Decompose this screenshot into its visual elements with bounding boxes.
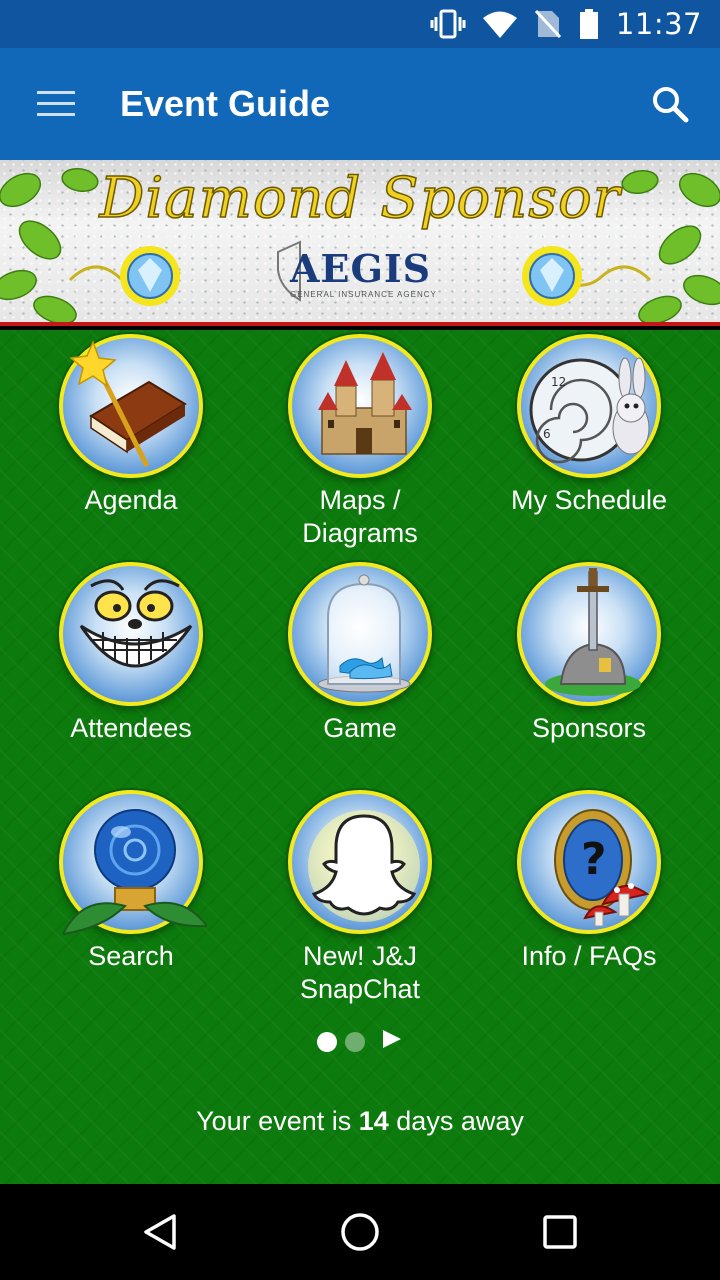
tile-info-faqs[interactable]: ? Info / FAQs <box>479 790 699 973</box>
page-indicator <box>0 1028 720 1055</box>
tile-label: My Schedule <box>510 485 668 515</box>
sponsor-logo-tagline: GENERAL INSURANCE AGENCY <box>290 290 437 299</box>
system-nav-bar <box>0 1184 720 1280</box>
cheshire-cat-icon <box>59 562 203 706</box>
back-triangle-icon[interactable] <box>100 1184 220 1280</box>
tile-label: Agenda <box>84 485 178 515</box>
snapchat-ghost-icon <box>288 790 432 934</box>
sword-in-stone-icon <box>517 562 661 706</box>
tile-label: Game <box>323 713 397 743</box>
sponsor-logo-name: AEGIS <box>290 246 432 291</box>
banner-headline: Diamond Sponsor <box>99 165 621 232</box>
status-time: 11:37 <box>615 7 702 41</box>
search-icon[interactable] <box>620 48 720 160</box>
tile-label: New! J&J SnapChat <box>299 941 421 1004</box>
magic-book-icon <box>59 334 203 478</box>
tile-label: Info / FAQs <box>521 941 657 971</box>
magic-mirror-icon: ? <box>517 790 661 934</box>
castle-icon <box>288 334 432 478</box>
tile-sponsors[interactable]: Sponsors <box>479 562 699 745</box>
wifi-icon <box>482 9 518 39</box>
page-title: Event Guide <box>120 83 331 124</box>
tile-maps-diagrams[interactable]: Maps / Diagrams <box>250 334 470 550</box>
tile-game[interactable]: Game <box>250 562 470 745</box>
hamburger-menu-icon[interactable] <box>0 48 112 160</box>
no-sim-icon <box>534 9 562 39</box>
tile-label: Sponsors <box>531 713 647 743</box>
status-bar: 11:37 <box>0 0 720 48</box>
recents-square-icon[interactable] <box>500 1184 620 1280</box>
clock-rabbit-icon: 12 6 <box>517 334 661 478</box>
svg-text:12: 12 <box>551 375 566 389</box>
countdown-prefix: Your event is <box>196 1106 359 1136</box>
tile-my-schedule[interactable]: 12 6 My Schedule <box>479 334 699 517</box>
tile-label: Maps / Diagrams <box>302 485 418 548</box>
event-countdown: Your event is 14 days away <box>0 1106 720 1137</box>
tile-search[interactable]: Search <box>21 790 241 973</box>
tile-label: Attendees <box>70 713 192 743</box>
battery-icon <box>578 8 600 40</box>
vibrate-icon <box>430 9 466 39</box>
main-menu-grid: Agenda Maps / Diagrams 12 6 My Schedule … <box>0 330 720 1184</box>
home-circle-icon[interactable] <box>300 1184 420 1280</box>
svg-text:6: 6 <box>543 427 551 441</box>
page-dot-active[interactable] <box>317 1031 337 1052</box>
tile-snapchat[interactable]: New! J&J SnapChat <box>250 790 470 1006</box>
glass-slipper-icon <box>288 562 432 706</box>
sponsor-banner[interactable]: Diamond Sponsor AEGIS GENERAL INSURANCE … <box>0 160 720 326</box>
app-bar: Event Guide <box>0 48 720 160</box>
tile-agenda[interactable]: Agenda <box>21 334 241 517</box>
svg-text:?: ? <box>581 834 607 885</box>
play-arrow-icon[interactable] <box>381 1028 403 1055</box>
countdown-days: 14 <box>358 1106 389 1136</box>
countdown-suffix: days away <box>388 1106 524 1136</box>
page-dot[interactable] <box>345 1031 365 1052</box>
crystal-ball-icon <box>59 790 207 936</box>
tile-attendees[interactable]: Attendees <box>21 562 241 745</box>
tile-label: Search <box>88 941 174 971</box>
